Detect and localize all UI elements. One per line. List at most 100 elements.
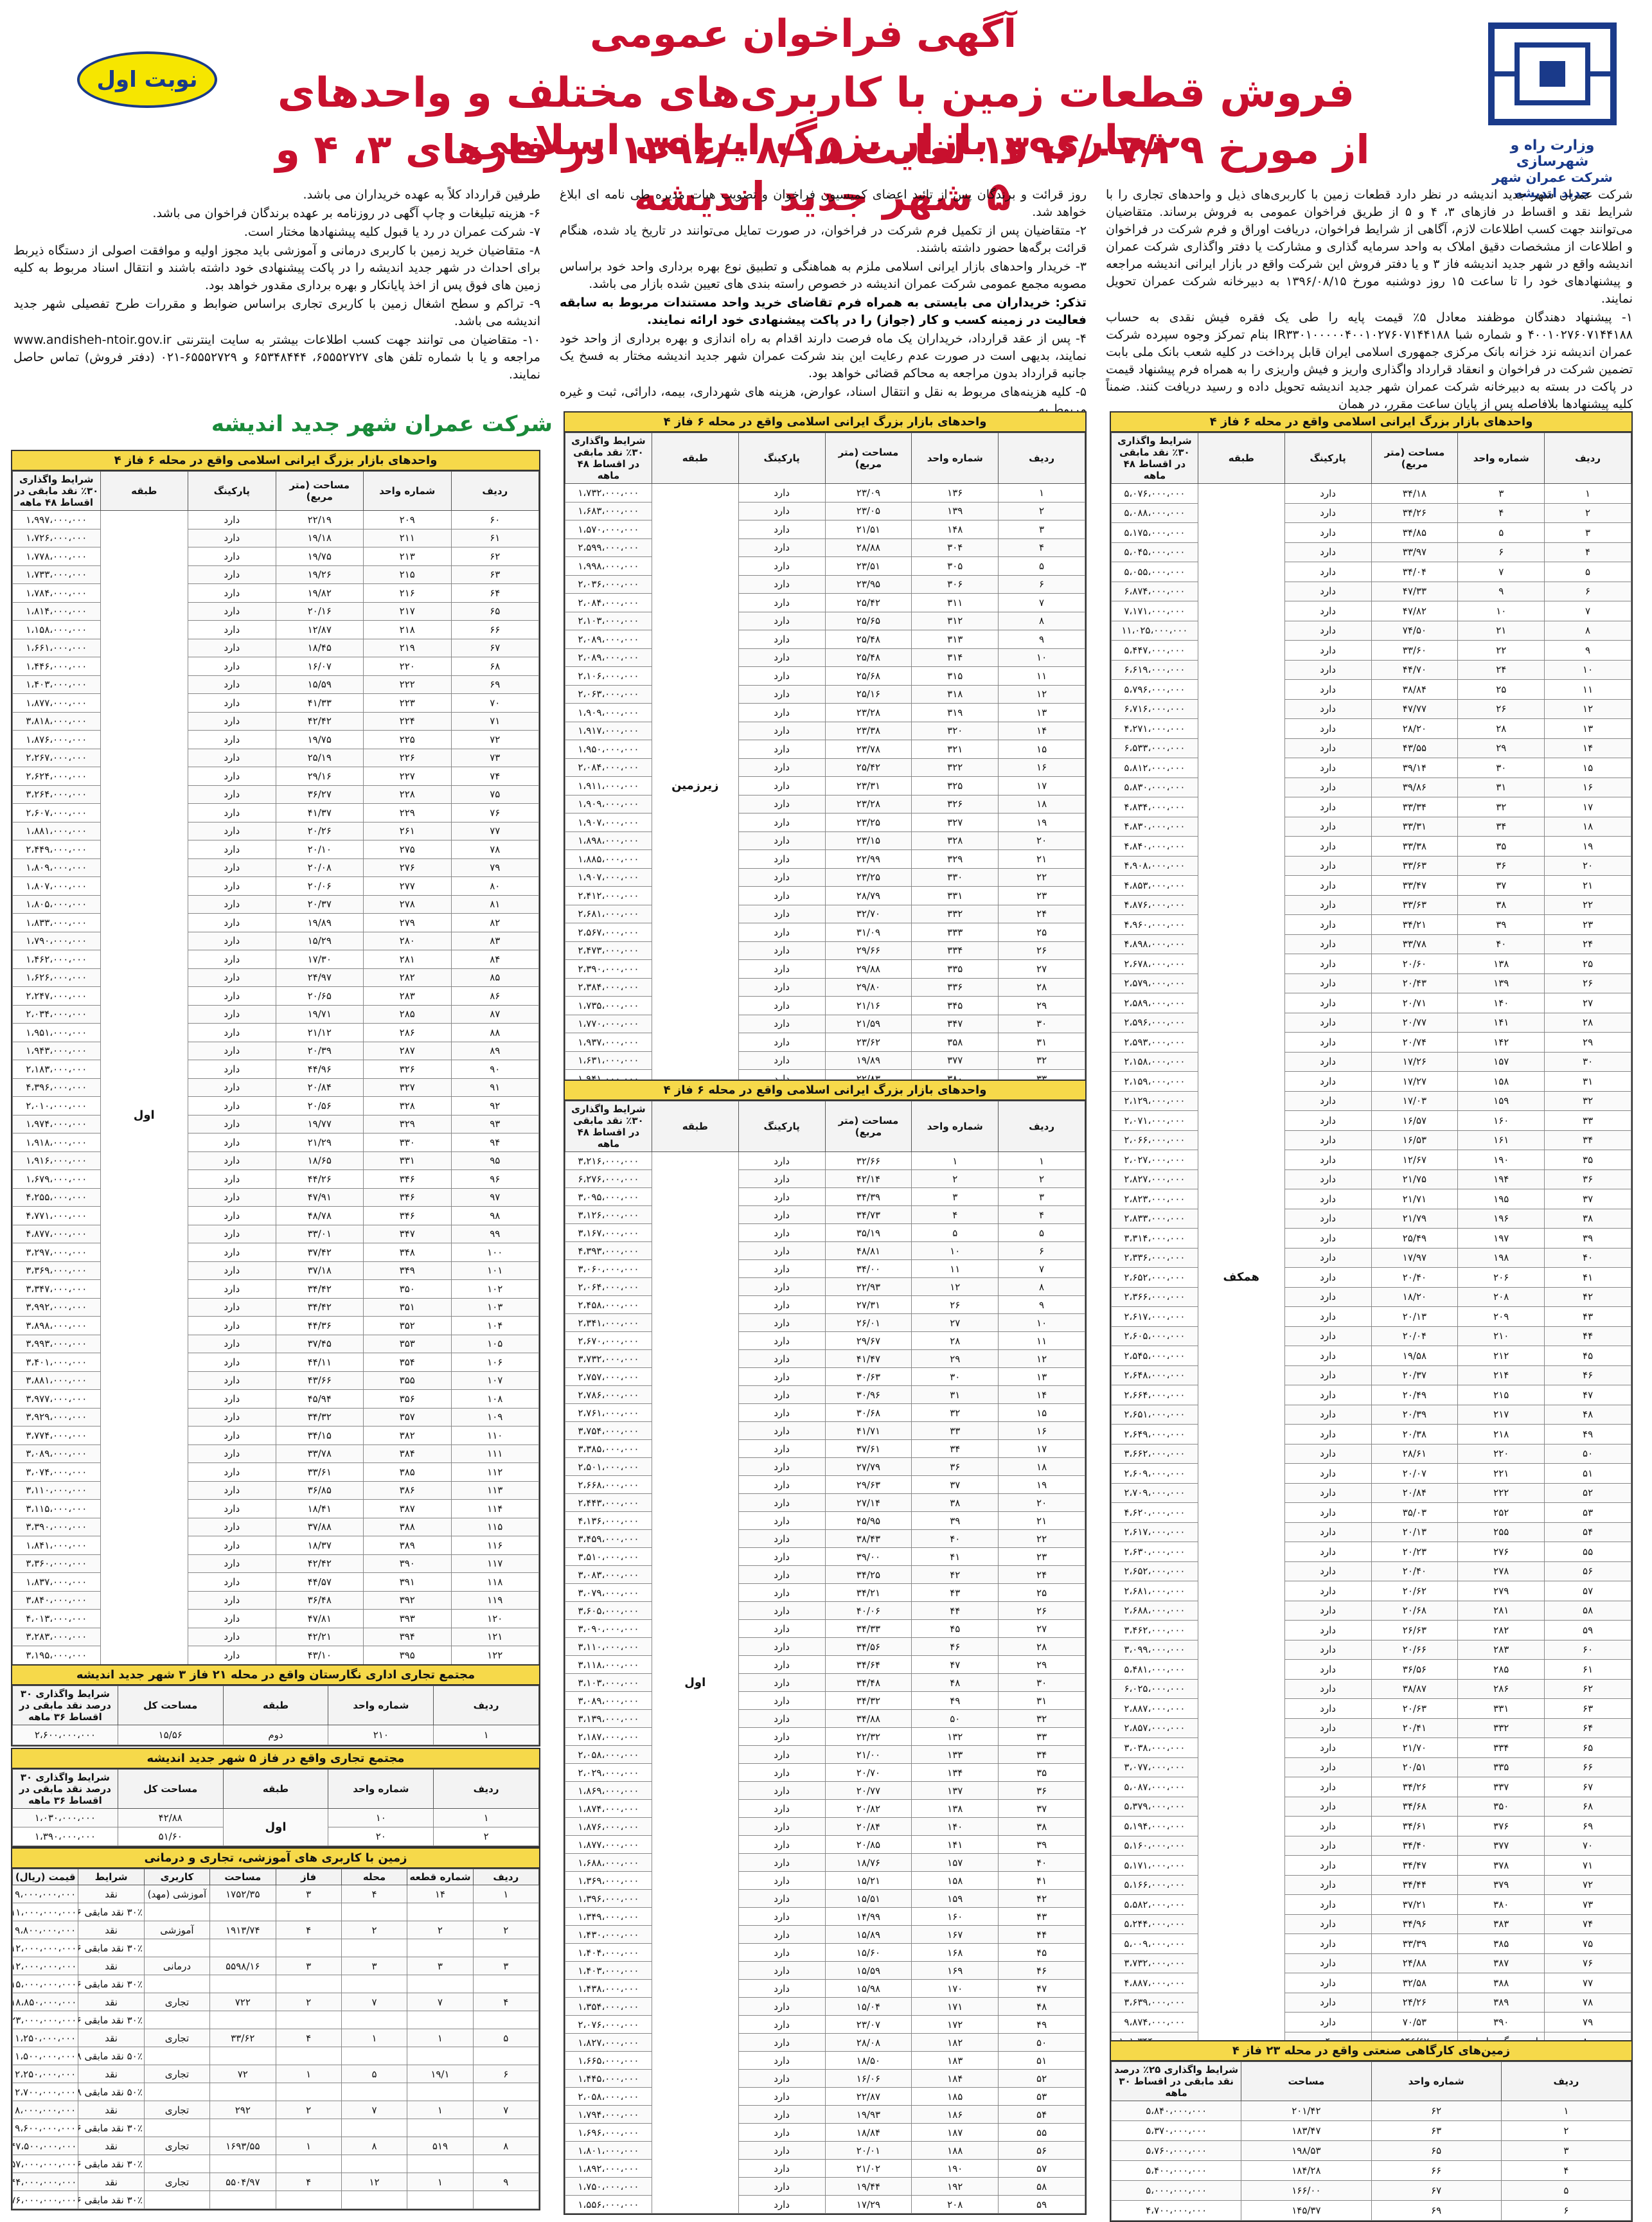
table-cell: دارد: [1284, 1718, 1372, 1738]
table-row: ۲۳ ۳۳۱ ۲۸/۷۹ دارد ۲،۴۱۲،۰۰۰،۰۰۰: [565, 886, 1085, 905]
price-cell: ۴،۹۰۸،۰۰۰،۰۰۰: [1111, 855, 1198, 876]
table-row: ۲۶ ۱۳۹ ۲۰/۴۳ دارد ۲،۵۷۹،۰۰۰،۰۰۰: [1111, 973, 1631, 993]
table-cell: دارد: [1284, 1032, 1372, 1053]
table-cell: ۲۳/۲۵: [824, 867, 912, 887]
table-cell: ۵۵۰۴/۹۷: [209, 2173, 276, 2191]
table-row: ۳۰٪ نقد مابقی ۳۶ ماهه۵۷،۰۰۰،۰۰۰،۰۰۰: [12, 2155, 540, 2173]
table-row: ۶ ۱۹/۱ ۵ ۱ ۷۲ تجاری نقد ۲،۲۵۰،۰۰۰،۰۰۰: [12, 2065, 540, 2083]
table-cell: ۲۰: [998, 1493, 1085, 1512]
table-row: ۱۱۳ ۳۸۶ ۳۶/۸۵ دارد ۳،۱۱۰،۰۰۰،۰۰۰: [12, 1480, 539, 1500]
price-cell: ۴،۸۳۰،۰۰۰،۰۰۰: [1111, 816, 1198, 837]
table-cell: ۷۴: [450, 767, 539, 786]
table-cell: ۴۲/۴۲: [275, 1554, 364, 1573]
table-cell: ۲۳،۰۰۰،۰۰۰،۰۰۰: [12, 2011, 79, 2029]
table-cell: ۳۷/۴۵: [275, 1334, 364, 1353]
price-cell: ۱،۸۷۷،۰۰۰،۰۰۰: [565, 1835, 652, 1854]
table-cell: ۳۷۸: [1457, 1855, 1545, 1876]
table-cell: ۱۹/۸۹: [824, 1051, 912, 1070]
table-cell: ۲۲۹: [363, 803, 452, 822]
table-row: ۸۵ ۲۸۲ ۲۴/۹۷ دارد ۱،۶۲۶،۰۰۰،۰۰۰: [12, 968, 539, 987]
table-cell: ۲۴/۲۶: [1371, 1992, 1459, 2013]
table-cell: تجاری: [143, 2137, 211, 2155]
table-cell: ۳۲: [998, 1709, 1085, 1728]
table-cell: ۳۸: [998, 1817, 1085, 1836]
table-row: ۸۷ ۲۸۵ ۱۹/۷۱ دارد ۲،۰۳۴،۰۰۰،۰۰۰: [12, 1004, 539, 1024]
table-cell: دارد: [188, 1316, 276, 1335]
table-cell: ۳۳۱: [1457, 1698, 1545, 1719]
table-cell: [472, 2191, 540, 2209]
table-cell: ۲۸۱: [1457, 1600, 1545, 1621]
table-cell: ۴۹: [998, 2015, 1085, 2034]
table-row: ۱۸ ۳۶ ۲۷/۷۹ دارد ۲،۵۰۱،۰۰۰،۰۰۰: [565, 1457, 1085, 1476]
price-cell: ۳،۹۹۲،۰۰۰،۰۰۰: [12, 1297, 101, 1317]
table-cell: ۳۲۹: [363, 1114, 452, 1133]
table-cell: دارد: [1284, 758, 1372, 778]
table-cell: دارد: [738, 1781, 826, 1800]
table-cell: دارد: [738, 941, 826, 960]
table-cell: ۳۴: [1544, 1130, 1631, 1150]
table-cell: ۲۹/۶۳: [824, 1475, 912, 1494]
table-cell: ۳۰۵: [911, 556, 999, 576]
price-cell: ۲،۳۹۰،۰۰۰،۰۰۰: [565, 959, 652, 979]
table-cell: ۸،۰۰۰،۰۰۰،۰۰۰: [12, 2101, 79, 2119]
table-cell: ۱۵/۰۴: [824, 1997, 912, 2016]
price-cell: ۳،۴۶۲،۰۰۰،۰۰۰: [1111, 1620, 1198, 1640]
table-row: ۲۰ ۳۸ ۲۷/۱۴ دارد ۲،۴۴۳،۰۰۰،۰۰۰: [565, 1493, 1085, 1512]
table-cell: ۷: [1544, 601, 1631, 621]
table-row: ۲ ۲ ۲ ۴ ۱۹۱۳/۷۴ آموزشی نقد ۹،۸۰۰،۰۰۰،۰۰۰: [12, 1921, 540, 1939]
table-cell: دارد: [738, 1655, 826, 1674]
table-cell: ۶: [1544, 581, 1631, 601]
table-cell: ۲۶۱: [363, 821, 452, 840]
table-cell: ۴۹: [1544, 1424, 1631, 1444]
table-cell: ۱۹۸: [1457, 1247, 1545, 1268]
table-cell: ۲۵: [998, 923, 1085, 942]
table-row: ۵ ۳۰۵ ۲۳/۵۱ دارد ۱،۹۹۸،۰۰۰،۰۰۰: [565, 556, 1085, 576]
table-cell: ۱۹۰: [1457, 1150, 1545, 1170]
table-cell: ۱۱: [998, 666, 1085, 686]
table-cell: دارد: [1284, 1228, 1372, 1249]
table-row: ۶ ۶۹ ۱۴۵/۳۷ ۴،۷۰۰،۰۰۰،۰۰۰: [1110, 2200, 1632, 2221]
price-cell: ۴،۳۹۳،۰۰۰،۰۰۰: [565, 1241, 652, 1260]
price-cell: ۲،۱۰۶،۰۰۰،۰۰۰: [565, 666, 652, 686]
price-cell: ۶،۰۲۵،۰۰۰،۰۰۰: [1111, 1678, 1198, 1699]
table-cell: ۲۱/۷۰: [1371, 1738, 1459, 1758]
table-cell: ۲۰/۶۳: [1371, 1698, 1459, 1719]
table-row: ۳۰٪ نقد مابقی ۳۶ ماهه۱۵،۰۰۰،۰۰۰،۰۰۰: [12, 1975, 540, 1993]
table-cell: ۳۵۰: [363, 1279, 452, 1299]
table-cell: ۴۳: [1544, 1306, 1631, 1327]
table-cell: دارد: [738, 1421, 826, 1440]
table-cell: ۱: [407, 2101, 474, 2119]
table-row: ۶۱ ۲۱۱ ۱۹/۱۸ دارد ۱،۷۲۶،۰۰۰،۰۰۰: [12, 528, 539, 547]
table-cell: دارد: [188, 876, 276, 896]
table-cell: ۴۷: [911, 1655, 999, 1674]
table-cell: ۲۰۱/۴۲: [1241, 2101, 1372, 2121]
table-cell: ۱۲: [911, 1277, 999, 1296]
table-cell: ۲: [433, 1827, 539, 1846]
table-cell: دارد: [188, 1334, 276, 1353]
table-cell: دارد: [188, 785, 276, 804]
table-cell: ۲۰/۷۰: [824, 1763, 912, 1782]
table-cell: ۳۲: [998, 1051, 1085, 1070]
table-cell: دارد: [188, 1480, 276, 1500]
table-cell: ۶۵: [450, 601, 539, 621]
table-cell: ۳۳/۳۸: [1371, 836, 1459, 857]
table-row: ۹ ۲۶ ۲۷/۳۱ دارد ۲،۴۵۸،۰۰۰،۰۰۰: [565, 1295, 1085, 1314]
table-cell: دارد: [1284, 640, 1372, 661]
table-cell: ۳۳۳: [911, 923, 999, 942]
table-cell: ۳۴/۷۳: [824, 1205, 912, 1224]
table-cell: ۳۶/۲۷: [275, 785, 364, 804]
table-cell: نقد: [78, 1957, 145, 1975]
table-cell: دارد: [1284, 836, 1372, 857]
table-cell: ۳: [1500, 2140, 1632, 2161]
table-row: ۷۲ ۲۲۵ ۱۹/۷۵ دارد ۱،۸۷۶،۰۰۰،۰۰۰: [12, 730, 539, 749]
table-cell: ۳۴/۸۵: [1371, 522, 1459, 543]
table-cell: ۳۹۰: [1457, 2012, 1545, 2032]
table-cell: [143, 1939, 211, 1957]
column-header: شماره واحد: [328, 1685, 434, 1725]
price-cell: ۱،۷۷۰،۰۰۰،۰۰۰: [565, 1014, 652, 1033]
table-cell: ۲۰/۸۴: [824, 1817, 912, 1836]
table-cell: دارد: [188, 1078, 276, 1097]
table-cell: ۳۳/۷۸: [275, 1444, 364, 1463]
table-cell: دارد: [1284, 1502, 1372, 1523]
intro-paragraph: ۷- شرکت عمران در رد یا قبول کلیه پیشنهاد…: [244, 225, 540, 239]
